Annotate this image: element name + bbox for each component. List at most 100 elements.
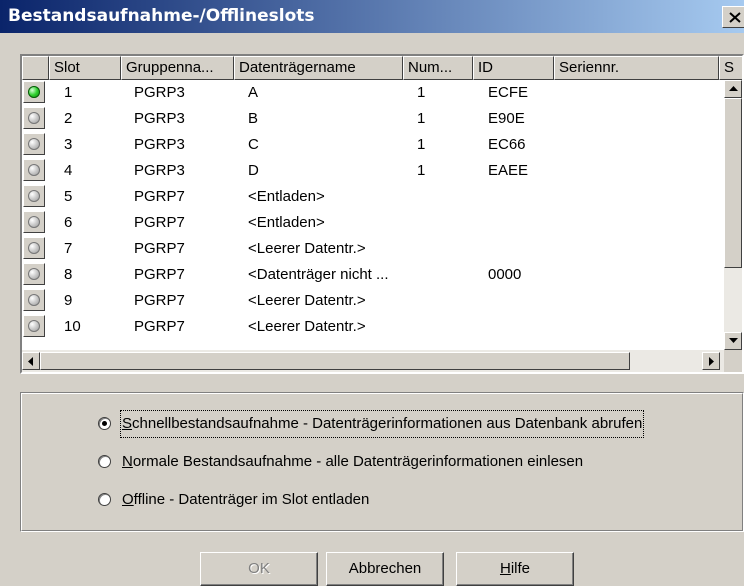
option-mnemonic: O bbox=[122, 491, 134, 508]
horizontal-scrollbar[interactable] bbox=[22, 350, 724, 372]
cell-id: EC66 bbox=[488, 136, 526, 153]
cell-id: EAEE bbox=[488, 162, 529, 179]
column-header-number[interactable]: Num... bbox=[403, 56, 473, 80]
cell-group: PGRP7 bbox=[134, 292, 185, 309]
cell-name: C bbox=[248, 136, 259, 153]
cell-slot: 2 bbox=[64, 110, 73, 127]
table-row[interactable]: 1 PGRP3 A 1 ECFE bbox=[22, 80, 722, 106]
cell-num: 1 bbox=[417, 136, 426, 153]
cell-slot: 5 bbox=[64, 188, 73, 205]
slot-list[interactable]: Slot Gruppenna... Datenträgername Num...… bbox=[20, 54, 744, 374]
column-header-media-name[interactable]: Datenträgername bbox=[234, 56, 403, 80]
table-row[interactable]: 8 PGRP7 <Datenträger nicht ... 0000 bbox=[22, 262, 722, 288]
status-led-gray-icon bbox=[23, 237, 45, 259]
cell-slot: 7 bbox=[64, 240, 73, 257]
close-button[interactable] bbox=[722, 6, 744, 28]
table-row[interactable]: 2 PGRP3 B 1 E90E bbox=[22, 106, 722, 132]
cell-group: PGRP7 bbox=[134, 188, 185, 205]
option-label[interactable]: Schnellbestandsaufnahme - Datenträgerinf… bbox=[119, 410, 645, 438]
radio-button-icon[interactable] bbox=[98, 417, 111, 430]
table-row[interactable]: 7 PGRP7 <Leerer Datentr.> bbox=[22, 236, 722, 262]
status-led-gray-icon bbox=[23, 185, 45, 207]
arrow-up-icon bbox=[729, 86, 738, 91]
cell-group: PGRP7 bbox=[134, 266, 185, 283]
cell-slot: 8 bbox=[64, 266, 73, 283]
help-label: ilfe bbox=[510, 560, 531, 577]
help-mnemonic: H bbox=[499, 560, 511, 577]
scroll-thumb[interactable] bbox=[724, 98, 742, 268]
scroll-left-button[interactable] bbox=[22, 352, 40, 370]
title-bar: Bestandsaufnahme-/Offlineslots bbox=[0, 0, 744, 33]
scroll-corner bbox=[724, 350, 742, 372]
vertical-scrollbar[interactable] bbox=[724, 80, 742, 350]
status-led-gray-icon bbox=[23, 211, 45, 233]
cell-name: <Leerer Datentr.> bbox=[248, 240, 366, 257]
cell-name: <Entladen> bbox=[248, 188, 325, 205]
arrow-left-icon bbox=[28, 357, 33, 366]
cell-id: ECFE bbox=[488, 84, 529, 101]
arrow-down-icon bbox=[729, 338, 738, 343]
radio-button-icon[interactable] bbox=[98, 455, 111, 468]
radio-button-icon[interactable] bbox=[98, 493, 111, 506]
cell-group: PGRP7 bbox=[134, 214, 185, 231]
option-text: chnellbestandsaufnahme - Datenträgerinfo… bbox=[132, 415, 643, 432]
status-led-gray-icon bbox=[23, 289, 45, 311]
cell-id: 0000 bbox=[488, 266, 522, 283]
column-header-group[interactable]: Gruppenna... bbox=[121, 56, 234, 80]
cell-name: <Datenträger nicht ... bbox=[248, 266, 389, 283]
option-label[interactable]: Normale Bestandsaufnahme - alle Datenträ… bbox=[122, 450, 583, 474]
cancel-button[interactable]: Abbrechen bbox=[326, 552, 444, 586]
help-button[interactable]: Hilfe bbox=[456, 552, 574, 586]
column-header-id[interactable]: ID bbox=[473, 56, 554, 80]
cell-group: PGRP3 bbox=[134, 136, 185, 153]
scroll-right-button[interactable] bbox=[702, 352, 720, 370]
column-header-slot[interactable]: Slot bbox=[49, 56, 121, 80]
table-row[interactable]: 5 PGRP7 <Entladen> bbox=[22, 184, 722, 210]
cell-num: 1 bbox=[417, 162, 426, 179]
cell-name: B bbox=[248, 110, 259, 127]
cell-name: <Leerer Datentr.> bbox=[248, 318, 366, 335]
table-row[interactable]: 10 PGRP7 <Leerer Datentr.> bbox=[22, 314, 722, 340]
arrow-right-icon bbox=[709, 357, 714, 366]
window-title: Bestandsaufnahme-/Offlineslots bbox=[8, 6, 315, 26]
status-led-gray-icon bbox=[23, 107, 45, 129]
column-header-serial[interactable]: Seriennr. bbox=[554, 56, 719, 80]
option-text: ormale Bestandsaufnahme - alle Datenträg… bbox=[132, 453, 584, 470]
table-row[interactable]: 9 PGRP7 <Leerer Datentr.> bbox=[22, 288, 722, 314]
status-led-gray-icon bbox=[23, 315, 45, 337]
cell-slot: 3 bbox=[64, 136, 73, 153]
status-led-green-icon bbox=[23, 81, 45, 103]
ok-button[interactable]: OK bbox=[200, 552, 318, 586]
scroll-down-button[interactable] bbox=[724, 332, 742, 350]
option-text: ffline - Datenträger im Slot entladen bbox=[133, 491, 370, 508]
option-label[interactable]: Offline - Datenträger im Slot entladen bbox=[122, 488, 369, 512]
inventory-options-group: Schnellbestandsaufnahme - Datenträgerinf… bbox=[20, 392, 744, 532]
cell-group: PGRP7 bbox=[134, 240, 185, 257]
cell-group: PGRP3 bbox=[134, 162, 185, 179]
cell-name: A bbox=[248, 84, 259, 101]
cell-id: E90E bbox=[488, 110, 525, 127]
scroll-up-button[interactable] bbox=[724, 80, 742, 98]
cell-name: D bbox=[248, 162, 259, 179]
hscroll-thumb[interactable] bbox=[40, 352, 630, 370]
option-mnemonic: S bbox=[122, 415, 133, 432]
column-header-extra[interactable]: S bbox=[719, 56, 742, 80]
status-led-gray-icon bbox=[23, 263, 45, 285]
status-led-gray-icon bbox=[23, 133, 45, 155]
table-row[interactable]: 3 PGRP3 C 1 EC66 bbox=[22, 132, 722, 158]
cell-group: PGRP3 bbox=[134, 110, 185, 127]
cell-group: PGRP7 bbox=[134, 318, 185, 335]
cell-slot: 1 bbox=[64, 84, 73, 101]
column-header-status[interactable] bbox=[22, 56, 49, 80]
table-row[interactable]: 6 PGRP7 <Entladen> bbox=[22, 210, 722, 236]
close-icon bbox=[729, 12, 741, 23]
status-led-gray-icon bbox=[23, 159, 45, 181]
cell-group: PGRP3 bbox=[134, 84, 185, 101]
cell-slot: 10 bbox=[64, 318, 81, 335]
cell-slot: 4 bbox=[64, 162, 73, 179]
table-row[interactable]: 4 PGRP3 D 1 EAEE bbox=[22, 158, 722, 184]
cell-slot: 6 bbox=[64, 214, 73, 231]
option-mnemonic: N bbox=[122, 453, 133, 470]
cell-num: 1 bbox=[417, 84, 426, 101]
cell-slot: 9 bbox=[64, 292, 73, 309]
